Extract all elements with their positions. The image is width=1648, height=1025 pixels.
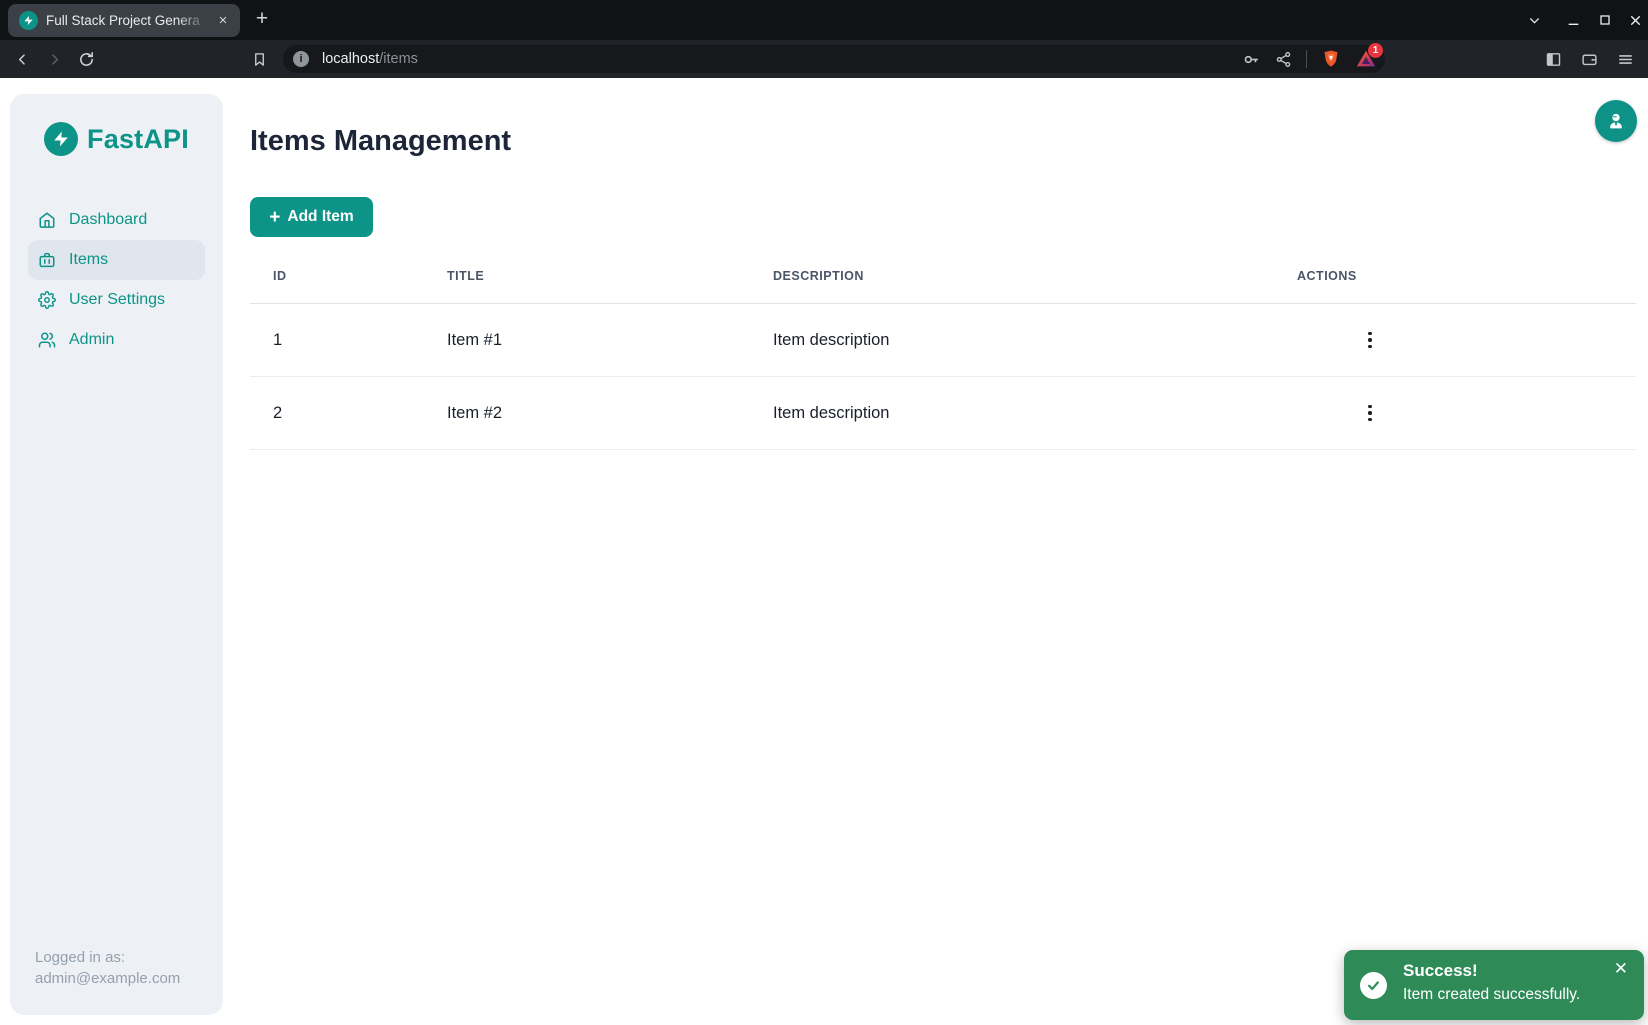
row-actions-kebab-icon[interactable] <box>1357 400 1383 426</box>
table-header-row: ID TITLE DESCRIPTION ACTIONS <box>250 269 1636 304</box>
share-icon[interactable] <box>1275 51 1292 68</box>
sidebar-nav: Dashboard Items User Settings Admin <box>10 200 223 360</box>
logged-in-label: Logged in as: <box>35 947 180 968</box>
sidebar-item-items[interactable]: Items <box>28 240 205 280</box>
forward-button[interactable] <box>41 47 67 72</box>
sidebar-item-label: User Settings <box>69 291 165 309</box>
user-avatar-button[interactable] <box>1595 100 1637 142</box>
window-close-button[interactable] <box>1622 8 1648 32</box>
user-icon <box>1605 110 1627 132</box>
bookmark-icon[interactable] <box>246 47 272 72</box>
brave-shields-icon[interactable] <box>1321 49 1341 69</box>
site-info-icon[interactable]: i <box>293 51 309 67</box>
fastapi-bolt-icon <box>44 122 78 156</box>
sidebar-panel-icon[interactable] <box>1540 47 1566 72</box>
sidebar-item-label: Dashboard <box>69 211 147 229</box>
tab-search-chevron-icon[interactable] <box>1521 8 1547 32</box>
page-title: Items Management <box>250 125 1636 158</box>
app-page: FastAPI Dashboard Items User Settings <box>0 78 1648 1025</box>
home-icon <box>38 211 56 229</box>
app-logo-text: FastAPI <box>87 124 189 155</box>
logged-in-info: Logged in as: admin@example.com <box>35 947 180 989</box>
divider <box>1306 50 1307 68</box>
address-bar[interactable]: i localhost/items 1 <box>283 45 1385 73</box>
success-toast: Success! Item created successfully. ✕ <box>1344 950 1644 1020</box>
new-tab-button[interactable]: + <box>250 8 274 32</box>
column-header-title: TITLE <box>447 269 773 304</box>
gear-icon <box>38 291 56 309</box>
briefcase-icon <box>38 251 56 269</box>
rewards-badge: 1 <box>1368 43 1383 58</box>
url-path: /items <box>379 51 418 67</box>
toast-close-icon[interactable]: ✕ <box>1610 956 1632 981</box>
cell-id: 1 <box>250 304 447 377</box>
sidebar-item-label: Items <box>69 251 108 269</box>
logged-in-email: admin@example.com <box>35 968 180 989</box>
column-header-description: DESCRIPTION <box>773 269 1297 304</box>
browser-toolbar: i localhost/items 1 <box>0 40 1648 78</box>
sidebar: FastAPI Dashboard Items User Settings <box>10 94 223 1015</box>
window-maximize-button[interactable] <box>1592 8 1618 32</box>
reload-button[interactable] <box>73 47 99 72</box>
table-row: 1 Item #1 Item description <box>250 304 1636 377</box>
sidebar-item-admin[interactable]: Admin <box>28 320 205 360</box>
add-item-button[interactable]: + Add Item <box>250 197 373 237</box>
plus-icon: + <box>269 208 280 227</box>
row-actions-kebab-icon[interactable] <box>1357 327 1383 353</box>
brave-rewards-icon[interactable]: 1 <box>1355 48 1377 70</box>
url-host: localhost <box>322 51 379 67</box>
menu-hamburger-icon[interactable] <box>1612 47 1638 72</box>
sidebar-item-dashboard[interactable]: Dashboard <box>28 200 205 240</box>
url-text: localhost/items <box>322 51 1242 67</box>
main-content: Items Management + Add Item ID TITLE DES… <box>250 78 1636 450</box>
tab-title: Full Stack Project Genera <box>46 13 214 28</box>
fastapi-favicon-icon <box>19 11 38 30</box>
password-key-icon[interactable] <box>1242 50 1261 69</box>
table-row: 2 Item #2 Item description <box>250 377 1636 450</box>
cell-title: Item #2 <box>447 377 773 450</box>
toast-title: Success! <box>1403 961 1630 981</box>
users-icon <box>38 331 56 349</box>
cell-title: Item #1 <box>447 304 773 377</box>
column-header-id: ID <box>250 269 447 304</box>
check-circle-icon <box>1360 972 1387 999</box>
cell-id: 2 <box>250 377 447 450</box>
tab-close-icon[interactable]: × <box>214 12 232 30</box>
toast-message: Item created successfully. <box>1403 986 1630 1004</box>
items-table: ID TITLE DESCRIPTION ACTIONS 1 Item #1 I… <box>250 269 1636 450</box>
wallet-icon[interactable] <box>1576 47 1602 72</box>
browser-tab-bar: Full Stack Project Genera × + <box>0 0 1648 40</box>
cell-description: Item description <box>773 377 1297 450</box>
back-button[interactable] <box>9 47 35 72</box>
add-item-button-label: Add Item <box>287 208 353 226</box>
cell-description: Item description <box>773 304 1297 377</box>
sidebar-item-user-settings[interactable]: User Settings <box>28 280 205 320</box>
browser-tab[interactable]: Full Stack Project Genera × <box>8 4 240 37</box>
app-logo: FastAPI <box>10 94 223 156</box>
window-minimize-button[interactable] <box>1560 8 1586 32</box>
column-header-actions: ACTIONS <box>1297 269 1636 304</box>
sidebar-item-label: Admin <box>69 331 114 349</box>
